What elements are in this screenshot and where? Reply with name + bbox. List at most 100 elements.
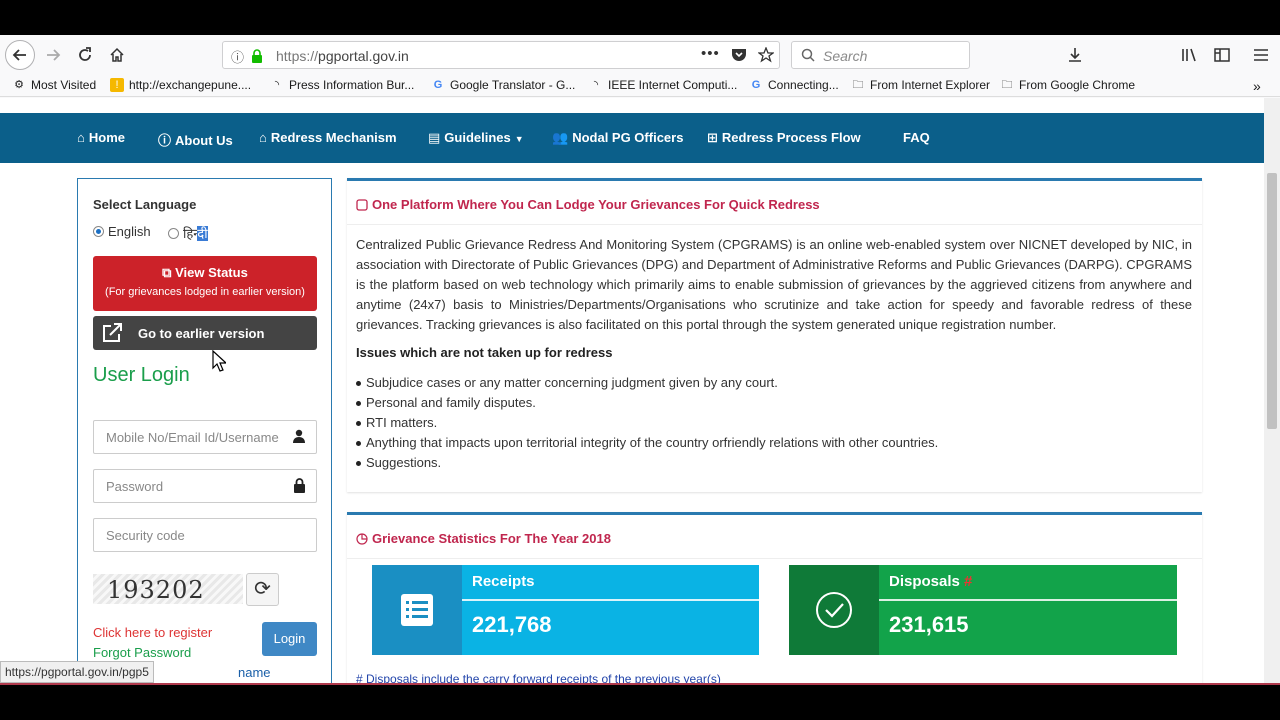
menu-button[interactable]	[1246, 41, 1276, 69]
sidebar-icon	[1214, 48, 1230, 62]
main-navbar: ⌂ Home ⓘ About Us ⌂ Redress Mechanism ▤ Guid…	[0, 113, 1264, 163]
bookmark-press-information[interactable]: ◝ Press Information Bur...	[270, 78, 415, 92]
url-bar[interactable]: ⓘ https://pgportal.gov.in •••	[222, 41, 780, 69]
password-field[interactable]	[93, 469, 317, 503]
lang-hindi-label: हिन्दी	[183, 226, 208, 241]
view-status-button[interactable]: ⧉ View Status (For grievances lodged in …	[93, 256, 317, 311]
earlier-version-button[interactable]: Go to earlier version	[93, 316, 317, 350]
bookmark-exchangepune[interactable]: ! http://exchangepune....	[110, 78, 251, 92]
bookmark-ieee[interactable]: ◝ IEEE Internet Computi...	[589, 78, 738, 92]
nav-nodal-pg-officers[interactable]: 👥 Nodal PG Officers	[552, 130, 683, 146]
select-language-label: Select Language	[93, 197, 197, 212]
list-icon	[372, 565, 462, 655]
nav-guidelines[interactable]: ▤ Guidelines ▼	[428, 130, 524, 146]
security-code-input[interactable]	[94, 519, 284, 551]
pocket-icon[interactable]	[731, 48, 747, 63]
home-icon	[110, 47, 124, 62]
reload-button[interactable]	[70, 41, 100, 69]
nav-redress-mechanism[interactable]: ⌂ Redress Mechanism	[259, 130, 397, 145]
home-button[interactable]	[102, 41, 132, 69]
password-input[interactable]	[94, 470, 284, 502]
users-icon: 👥	[552, 130, 569, 145]
site-icon: !	[110, 78, 124, 92]
lock-icon	[252, 49, 262, 63]
bookmark-connecting[interactable]: G Connecting...	[749, 78, 839, 92]
receipts-value: 221,768	[472, 612, 552, 637]
nav-redress-process-flow[interactable]: ⊞ Redress Process Flow	[707, 130, 861, 146]
bank-icon: ⌂	[259, 130, 267, 145]
divider	[462, 599, 759, 601]
download-icon	[1069, 48, 1081, 62]
external-link-icon: ⧉	[162, 265, 176, 280]
arrow-left-icon	[12, 49, 26, 61]
search-bar[interactable]: Search	[791, 41, 970, 69]
sitemap-icon: ⊞	[707, 130, 718, 145]
forgot-password-link[interactable]: Forgot Password	[93, 645, 191, 660]
status-bar-url: https://pgportal.gov.in/pgp5	[0, 661, 154, 683]
library-button[interactable]	[1175, 41, 1205, 69]
back-button[interactable]	[5, 40, 35, 70]
home-icon: ⌂	[77, 130, 85, 145]
issues-list: Subjudice cases or any matter concerning…	[356, 375, 938, 475]
page-scrollbar[interactable]	[1264, 98, 1280, 685]
issues-heading: Issues which are not taken up for redres…	[356, 345, 613, 360]
bookmarks-overflow[interactable]: »	[1253, 78, 1261, 94]
radio-checked-icon	[93, 226, 104, 237]
login-button[interactable]: Login	[262, 622, 317, 656]
about-card: One Platform Where You Can Lodge Your Gr…	[347, 178, 1202, 492]
reload-icon	[79, 47, 91, 61]
caret-down-icon: ▼	[514, 134, 524, 144]
cpgrams-description: Centralized Public Grievance Redress And…	[356, 237, 1192, 332]
radio-unchecked-icon	[168, 227, 179, 239]
square-icon	[356, 198, 368, 211]
nav-home[interactable]: ⌂ Home	[77, 130, 125, 145]
sidebar-button[interactable]	[1207, 41, 1237, 69]
rss-icon: ◝	[593, 79, 599, 91]
lock-icon	[294, 478, 305, 493]
register-link[interactable]: Click here to register	[93, 625, 212, 640]
refresh-captcha-button[interactable]: ⟳	[246, 573, 279, 606]
chevron-double-right-icon: »	[1253, 78, 1261, 94]
list-item: Subjudice cases or any matter concerning…	[356, 375, 938, 395]
security-code-field[interactable]	[93, 518, 317, 552]
divider	[347, 224, 1202, 225]
forgot-username-link[interactable]: name	[238, 665, 271, 680]
bookmark-most-visited[interactable]: ⚙ Most Visited	[12, 78, 96, 92]
page-content: ⌂ Home ⓘ About Us ⌂ Redress Mechanism ▤ Guid…	[0, 98, 1264, 685]
more-actions-icon[interactable]: •••	[701, 45, 720, 62]
statistics-card: Grievance Statistics For The Year 2018 R…	[347, 512, 1202, 685]
search-icon	[801, 48, 815, 62]
nav-faq[interactable]: FAQ	[903, 130, 930, 145]
lang-hindi-radio[interactable]: हिन्दी	[168, 224, 208, 242]
receipts-label: Receipts	[472, 573, 535, 590]
statistics-heading: Grievance Statistics For The Year 2018	[356, 531, 611, 546]
username-input[interactable]	[94, 421, 284, 453]
external-link-icon	[103, 323, 122, 342]
divider	[347, 558, 1202, 559]
library-icon	[1182, 48, 1196, 62]
forward-button[interactable]	[38, 41, 68, 69]
arrow-right-icon	[47, 49, 61, 61]
list-item: Suggestions.	[356, 455, 938, 475]
folder-icon: 🗀	[1001, 79, 1013, 91]
bookmark-google-translator[interactable]: G Google Translator - G...	[431, 78, 576, 92]
bookmark-folder-ie[interactable]: 🗀 From Internet Explorer	[851, 78, 991, 92]
scrollbar-thumb[interactable]	[1267, 173, 1277, 429]
screen: ⓘ https://pgportal.gov.in ••• Search ⚙ Mo…	[0, 0, 1280, 720]
bottom-strip	[0, 683, 1280, 685]
list-item: RTI matters.	[356, 415, 938, 435]
divider	[879, 599, 1177, 601]
downloads-button[interactable]	[1060, 41, 1090, 69]
lang-english-radio[interactable]: English	[93, 224, 151, 239]
mouse-cursor-icon	[212, 350, 226, 372]
info-icon: ⓘ	[158, 133, 172, 148]
username-field[interactable]	[93, 420, 317, 454]
hamburger-icon	[1254, 49, 1268, 61]
bookmark-star-icon[interactable]	[758, 47, 774, 63]
bookmark-folder-chrome[interactable]: 🗀 From Google Chrome	[1000, 78, 1136, 92]
login-panel: Select Language English हिन्दी ⧉ View St…	[77, 178, 332, 685]
disposals-label: Disposals #	[889, 573, 973, 590]
info-icon[interactable]: ⓘ	[231, 47, 244, 66]
nav-about-us[interactable]: ⓘ About Us	[158, 130, 233, 149]
browser-window: ⓘ https://pgportal.gov.in ••• Search ⚙ Mo…	[0, 35, 1280, 685]
